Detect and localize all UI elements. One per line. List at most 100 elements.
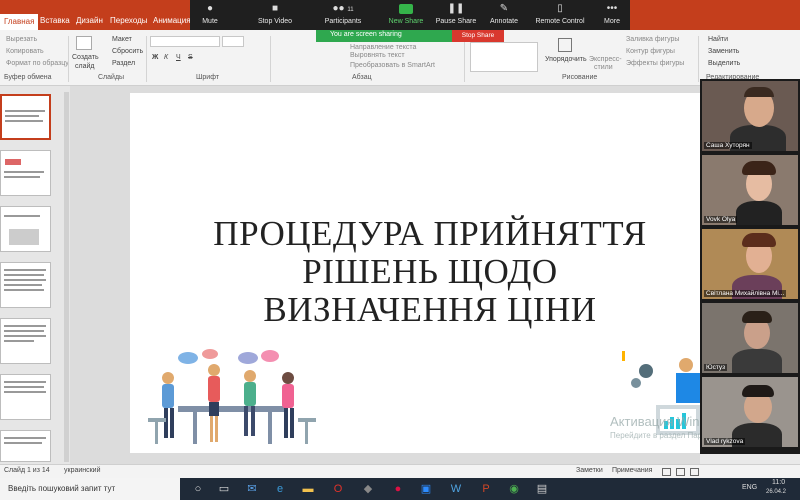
arrange-icon[interactable] (558, 38, 572, 52)
smartart-button[interactable]: Преобразовать в SmartArt (350, 62, 435, 69)
ribbon-separator (68, 36, 69, 82)
shape-fill-button[interactable]: Заливка фигуры (626, 36, 679, 43)
format-painter-button[interactable]: Формат по образцу (6, 60, 69, 67)
participant-tile[interactable]: Саша Хуторян (702, 81, 798, 151)
powerpoint-icon[interactable]: P (480, 483, 492, 495)
slide-thumbnail-7[interactable] (0, 430, 51, 462)
notes-button[interactable]: Заметки (576, 467, 603, 474)
shape-effects-button[interactable]: Эффекты фигуры (626, 60, 684, 67)
slide-title[interactable]: ПРОЦЕДУРА ПРИЙНЯТТЯ РІШЕНЬ ЩОДО ВИЗНАЧЕН… (210, 215, 650, 329)
strike-button[interactable]: S (188, 54, 193, 61)
align-text-button[interactable]: Выровнять текст (350, 52, 405, 59)
participant-tile[interactable]: Юстуз (702, 303, 798, 373)
comments-button[interactable]: Примечания (612, 467, 652, 474)
stop-video-button[interactable]: ■ Stop Video (252, 0, 298, 30)
slide-thumbnail-1[interactable] (0, 94, 51, 140)
taskbar-search-box[interactable]: Введіть пошуковий запит тут (0, 478, 180, 500)
drawing-group-label: Рисование (562, 74, 598, 81)
slide-thumbnails-pane (0, 86, 70, 464)
chrome-icon[interactable]: ◉ (508, 483, 520, 495)
tab-home[interactable]: Главная (0, 14, 39, 30)
mouse-icon: ▯ (557, 3, 563, 14)
zoom-app-icon[interactable]: ● (392, 483, 404, 495)
quick-styles-button-line2[interactable]: стили (594, 64, 613, 71)
language-indicator[interactable]: украинский (64, 467, 101, 474)
annotate-button[interactable]: ✎ Annotate (484, 0, 524, 30)
cut-button[interactable]: Вырезать (6, 36, 37, 43)
pause-share-button[interactable]: ❚❚ Pause Share (434, 0, 478, 30)
mute-button[interactable]: ● Mute (190, 0, 230, 30)
app-icon[interactable]: ◆ (362, 483, 374, 495)
italic-button[interactable]: К (164, 54, 168, 61)
mic-icon: ● (206, 3, 214, 14)
meeting-illustration (148, 349, 316, 444)
language-tray[interactable]: ENG (742, 484, 757, 491)
pause-icon: ❚❚ (447, 3, 465, 14)
stop-share-button[interactable]: Stop Share (452, 30, 504, 42)
font-name-select[interactable] (150, 36, 220, 47)
tab-design[interactable]: Дизайн (76, 16, 103, 25)
reading-view-icon[interactable] (690, 468, 699, 476)
taskbar-date[interactable]: 26.04.2 (766, 489, 786, 495)
slide-thumbnail-4[interactable] (0, 262, 51, 308)
mail-icon[interactable]: ✉ (246, 483, 258, 495)
taskbar-time[interactable]: 11:0 (772, 479, 785, 486)
replace-button[interactable]: Заменить (708, 48, 739, 55)
participant-tile[interactable]: Vlad rykzova (702, 377, 798, 447)
new-share-button[interactable]: New Share (386, 0, 426, 30)
participants-button[interactable]: ●● 11 Participants (316, 0, 370, 30)
ppt-status-bar: Слайд 1 из 14 украинский Заметки Примеча… (0, 464, 800, 478)
quick-styles-button[interactable]: Экспресс- (589, 56, 622, 63)
layout-button[interactable]: Макет (112, 36, 132, 43)
participant-name: Юстуз (704, 364, 728, 371)
current-slide[interactable]: ПРОЦЕДУРА ПРИЙНЯТТЯ РІШЕНЬ ЩОДО ВИЗНАЧЕН… (130, 93, 730, 453)
copy-button[interactable]: Копировать (6, 48, 44, 55)
cortana-icon[interactable]: ○ (192, 483, 204, 495)
opera-icon[interactable]: O (332, 483, 344, 495)
section-button[interactable]: Раздел (112, 60, 135, 67)
tab-insert[interactable]: Вставка (40, 16, 70, 25)
slide-thumbnail-5[interactable] (0, 318, 51, 364)
find-button[interactable]: Найти (708, 36, 728, 43)
ribbon-separator (270, 36, 271, 82)
participant-name: Світлана Михайлівна Мі... (704, 290, 787, 297)
shapes-gallery[interactable] (470, 42, 538, 72)
slide-sorter-icon[interactable] (676, 468, 685, 476)
arrange-button[interactable]: Упорядочить (545, 56, 587, 63)
tab-animation[interactable]: Анимация (153, 16, 191, 25)
thumbnail-scrollbar[interactable] (64, 92, 69, 462)
slide-counter: Слайд 1 из 14 (4, 467, 50, 474)
slide-thumbnail-3[interactable] (0, 206, 51, 252)
edge-icon[interactable]: e (274, 483, 286, 495)
participant-tile[interactable]: Світлана Михайлівна Мі... (702, 229, 798, 299)
remote-control-button[interactable]: ▯ Remote Control (530, 0, 590, 30)
more-button[interactable]: ••• More (598, 0, 626, 30)
new-slide-icon[interactable] (76, 36, 92, 50)
shape-outline-button[interactable]: Контур фигуры (626, 48, 675, 55)
more-icon: ••• (606, 3, 618, 14)
participant-name: Vlad rykzova (704, 438, 746, 445)
explorer-icon[interactable]: ▬ (302, 483, 314, 495)
new-slide-button[interactable]: Создать (72, 54, 99, 61)
bold-button[interactable]: Ж (152, 54, 158, 61)
word-icon[interactable]: W (450, 483, 462, 495)
slide-thumbnail-2[interactable] (0, 150, 51, 196)
slide-thumbnail-6[interactable] (0, 374, 51, 420)
normal-view-icon[interactable] (662, 468, 671, 476)
share-icon (399, 4, 413, 14)
zoom-toolbar: ● Mute ■ Stop Video ●● 11 Participants N… (190, 0, 630, 30)
paragraph-group-label: Абзац (352, 74, 372, 81)
select-button[interactable]: Выделить (708, 60, 740, 67)
new-slide-button-line2[interactable]: слайд (75, 63, 94, 70)
underline-button[interactable]: Ч (176, 54, 181, 61)
store-icon[interactable]: ▣ (420, 483, 432, 495)
tab-transitions[interactable]: Переходы (110, 16, 148, 25)
participant-tile[interactable]: Vovk Olya (702, 155, 798, 225)
screen-sharing-text: You are screen sharing (330, 31, 402, 38)
reset-button[interactable]: Сбросить (112, 48, 143, 55)
pen-icon: ✎ (499, 3, 509, 14)
font-size-select[interactable] (222, 36, 244, 47)
text-direction-button[interactable]: Направление текста (350, 44, 416, 51)
task-view-icon[interactable]: ▭ (218, 483, 230, 495)
files-icon[interactable]: ▤ (536, 483, 548, 495)
